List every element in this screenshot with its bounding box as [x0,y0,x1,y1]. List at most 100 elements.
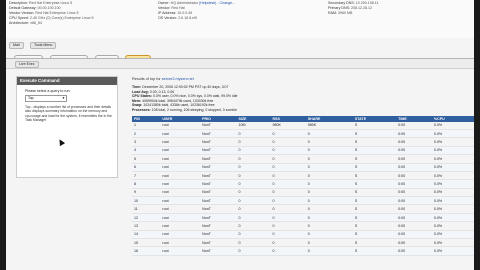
table-row: 5 root NonT 0 0 0 S 0:00 0.0% [132,154,474,164]
info-value: HQ Administrator [170,1,198,5]
summary-text: December 20, 2006 12:00:02 PM PST up 40 … [142,85,229,89]
table-cell: root [160,137,201,147]
table-cell: 0:00 [396,121,432,130]
summary-label: Time: [132,85,142,89]
results-host-link[interactable]: server2.myserv.net [162,77,194,81]
table-cell: 0.0% [431,213,474,223]
table-cell: 0 [270,238,306,248]
table-cell: 0.0% [431,171,474,181]
table-cell: S [352,188,397,198]
chevron-down-icon: ▼ [62,96,65,100]
query-select-value: Top [28,96,34,100]
table-cell: S [352,146,397,156]
table-cell: S [352,171,397,181]
table-cell: 0.0% [431,154,474,164]
summary-text: 0.00, 0.13, 0.06 [149,89,175,94]
table-cell: 980K [305,121,353,130]
table-cell: 2 [132,129,161,139]
table-cell: S [352,154,397,164]
summary-label: CPU States: [132,94,153,99]
table-cell: root [160,221,201,231]
info-row: OS Version: 2.6.18 8.el5 [158,16,235,21]
table-cell: S [352,213,397,223]
table-cell: 0 [236,154,271,164]
table-cell: 0 [270,154,306,164]
table-cell: 0:00 [396,204,432,214]
table-cell: 0 [236,196,271,206]
table-cell: 0.0% [431,188,474,198]
table-cell: NonT [200,171,237,181]
table-cell: NonT [200,204,237,214]
table-cell: 0 [236,146,271,156]
table-cell: 0.0% [431,163,474,172]
table-cell: 0 [270,137,306,147]
table-cell: 0:00 [396,230,432,240]
info-value: 00.00.100.100 [37,6,61,10]
table-cell: 0 [236,179,271,189]
live-exec-button[interactable]: Live Exec [15,61,39,68]
tools-menu-button[interactable]: Tools Menu [30,42,57,49]
change-owner-link[interactable]: (Helpdesk) - Change... [199,1,235,5]
table-cell: 0:00 [396,179,432,189]
table-cell: 0 [270,246,306,256]
table-cell: NonT [200,196,237,206]
table-cell: 0.0% [431,196,474,206]
table-cell: S [352,196,397,206]
info-label: RAM: [328,11,337,15]
table-cell: 0 [305,238,353,248]
table-cell: 0.0% [431,246,474,256]
info-column-1: Description: Red Hat Enterprise Linux 5 … [9,1,94,26]
query-select[interactable]: Top ▼ [25,95,67,102]
table-cell: 0 [236,163,271,172]
table-cell: 3 [132,137,161,147]
info-label: Secondary DNS: [328,1,355,5]
table-cell: 0:00 [396,196,432,206]
table-cell: 0 [236,137,271,147]
table-cell: 0 [305,137,353,147]
table-row: 6 root NonT 0 0 0 S 0:00 0.0% [132,163,474,172]
table-cell: root [160,188,201,198]
table-cell: 0 [236,246,271,256]
tools-subbar: Live Exec [6,59,474,69]
panel-title: Execute Command [17,77,117,85]
info-value: 3960 MB [337,11,353,15]
table-cell: S [352,238,397,248]
results-title: Results of top for server2.myserv.net [132,77,470,81]
summary-label: Load Avg: [132,89,149,94]
table-cell: NonT [200,221,237,231]
table-row: 9 root NonT 0 0 0 S 0:00 0.0% [132,188,474,198]
table-cell: NonT [200,154,237,164]
results-title-prefix: Results of top for [132,77,161,81]
table-cell: 8 [132,179,161,189]
table-cell: 0 [305,204,353,214]
table-cell: 0 [236,171,271,181]
table-cell: 10M [236,121,271,130]
table-cell: 0:00 [396,137,432,147]
query-select-label: Please select a query to run: [25,89,71,93]
summary-text: 108 total, 2 running, 106 sleeping, 0 st… [151,107,237,112]
info-value: 10.250.198.11 [355,1,379,5]
table-cell: 0 [236,129,271,139]
summary-text: 0.0% user, 0.0% nice, 0.0% sys, 0.0% wai… [153,94,238,99]
table-cell: 0 [270,129,306,139]
mail-button[interactable]: Mail [9,42,24,49]
table-cell: NonT [200,137,237,147]
system-info-panel: Description: Red Hat Enterprise Linux 5 … [6,0,474,38]
table-cell: 14 [132,230,161,240]
table-cell: 0 [270,213,306,223]
table-cell: 980K [270,121,306,130]
info-label: CPU Speed: [9,16,29,20]
table-cell: 11 [132,204,161,214]
table-cell: 0 [236,230,271,240]
table-cell: root [160,171,201,181]
table-cell: 0 [236,221,271,231]
table-cell: 0.0% [431,121,474,130]
table-row: 11 root NonT 0 0 0 S 0:00 0.0% [132,204,474,214]
table-cell: 0.0% [431,137,474,147]
table-row: 1 root NonT 10M 980K 980K S 0:00 0.0% [132,121,474,130]
table-cell: 6 [132,163,161,172]
query-description: Top - displays a number list of processe… [25,105,112,123]
table-cell: S [352,163,397,172]
table-cell: 0.0% [431,179,474,189]
info-value: x86_64 [30,21,42,25]
